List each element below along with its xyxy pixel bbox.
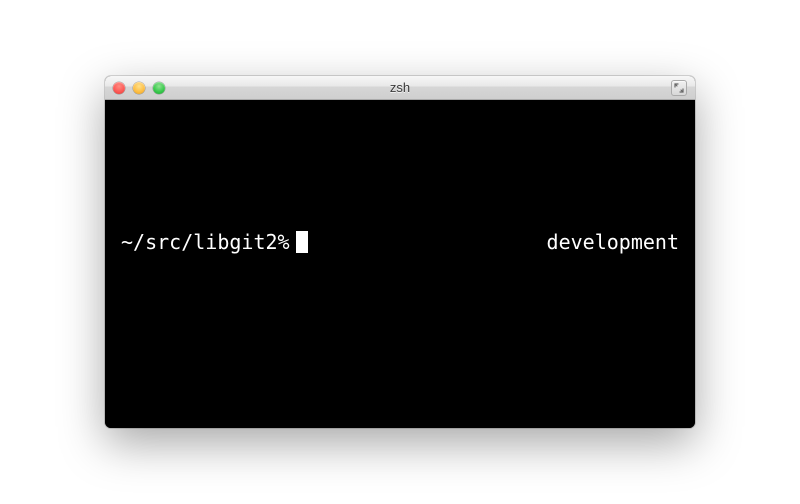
right-prompt: development [547,230,679,254]
window-title: zsh [105,80,695,95]
prompt-text: ~/src/libgit2% [121,230,290,254]
cursor-icon [296,231,308,253]
maximize-icon[interactable] [153,82,165,94]
minimize-icon[interactable] [133,82,145,94]
terminal-body[interactable]: ~/src/libgit2% development [105,100,695,428]
traffic-lights [113,82,165,94]
prompt-row: ~/src/libgit2% development [121,230,679,254]
terminal-window: zsh ~/src/libgit2% development [105,76,695,428]
close-icon[interactable] [113,82,125,94]
expand-icon [674,83,684,93]
prompt-left: ~/src/libgit2% [121,230,308,254]
titlebar[interactable]: zsh [105,76,695,100]
fullscreen-button[interactable] [671,80,687,96]
